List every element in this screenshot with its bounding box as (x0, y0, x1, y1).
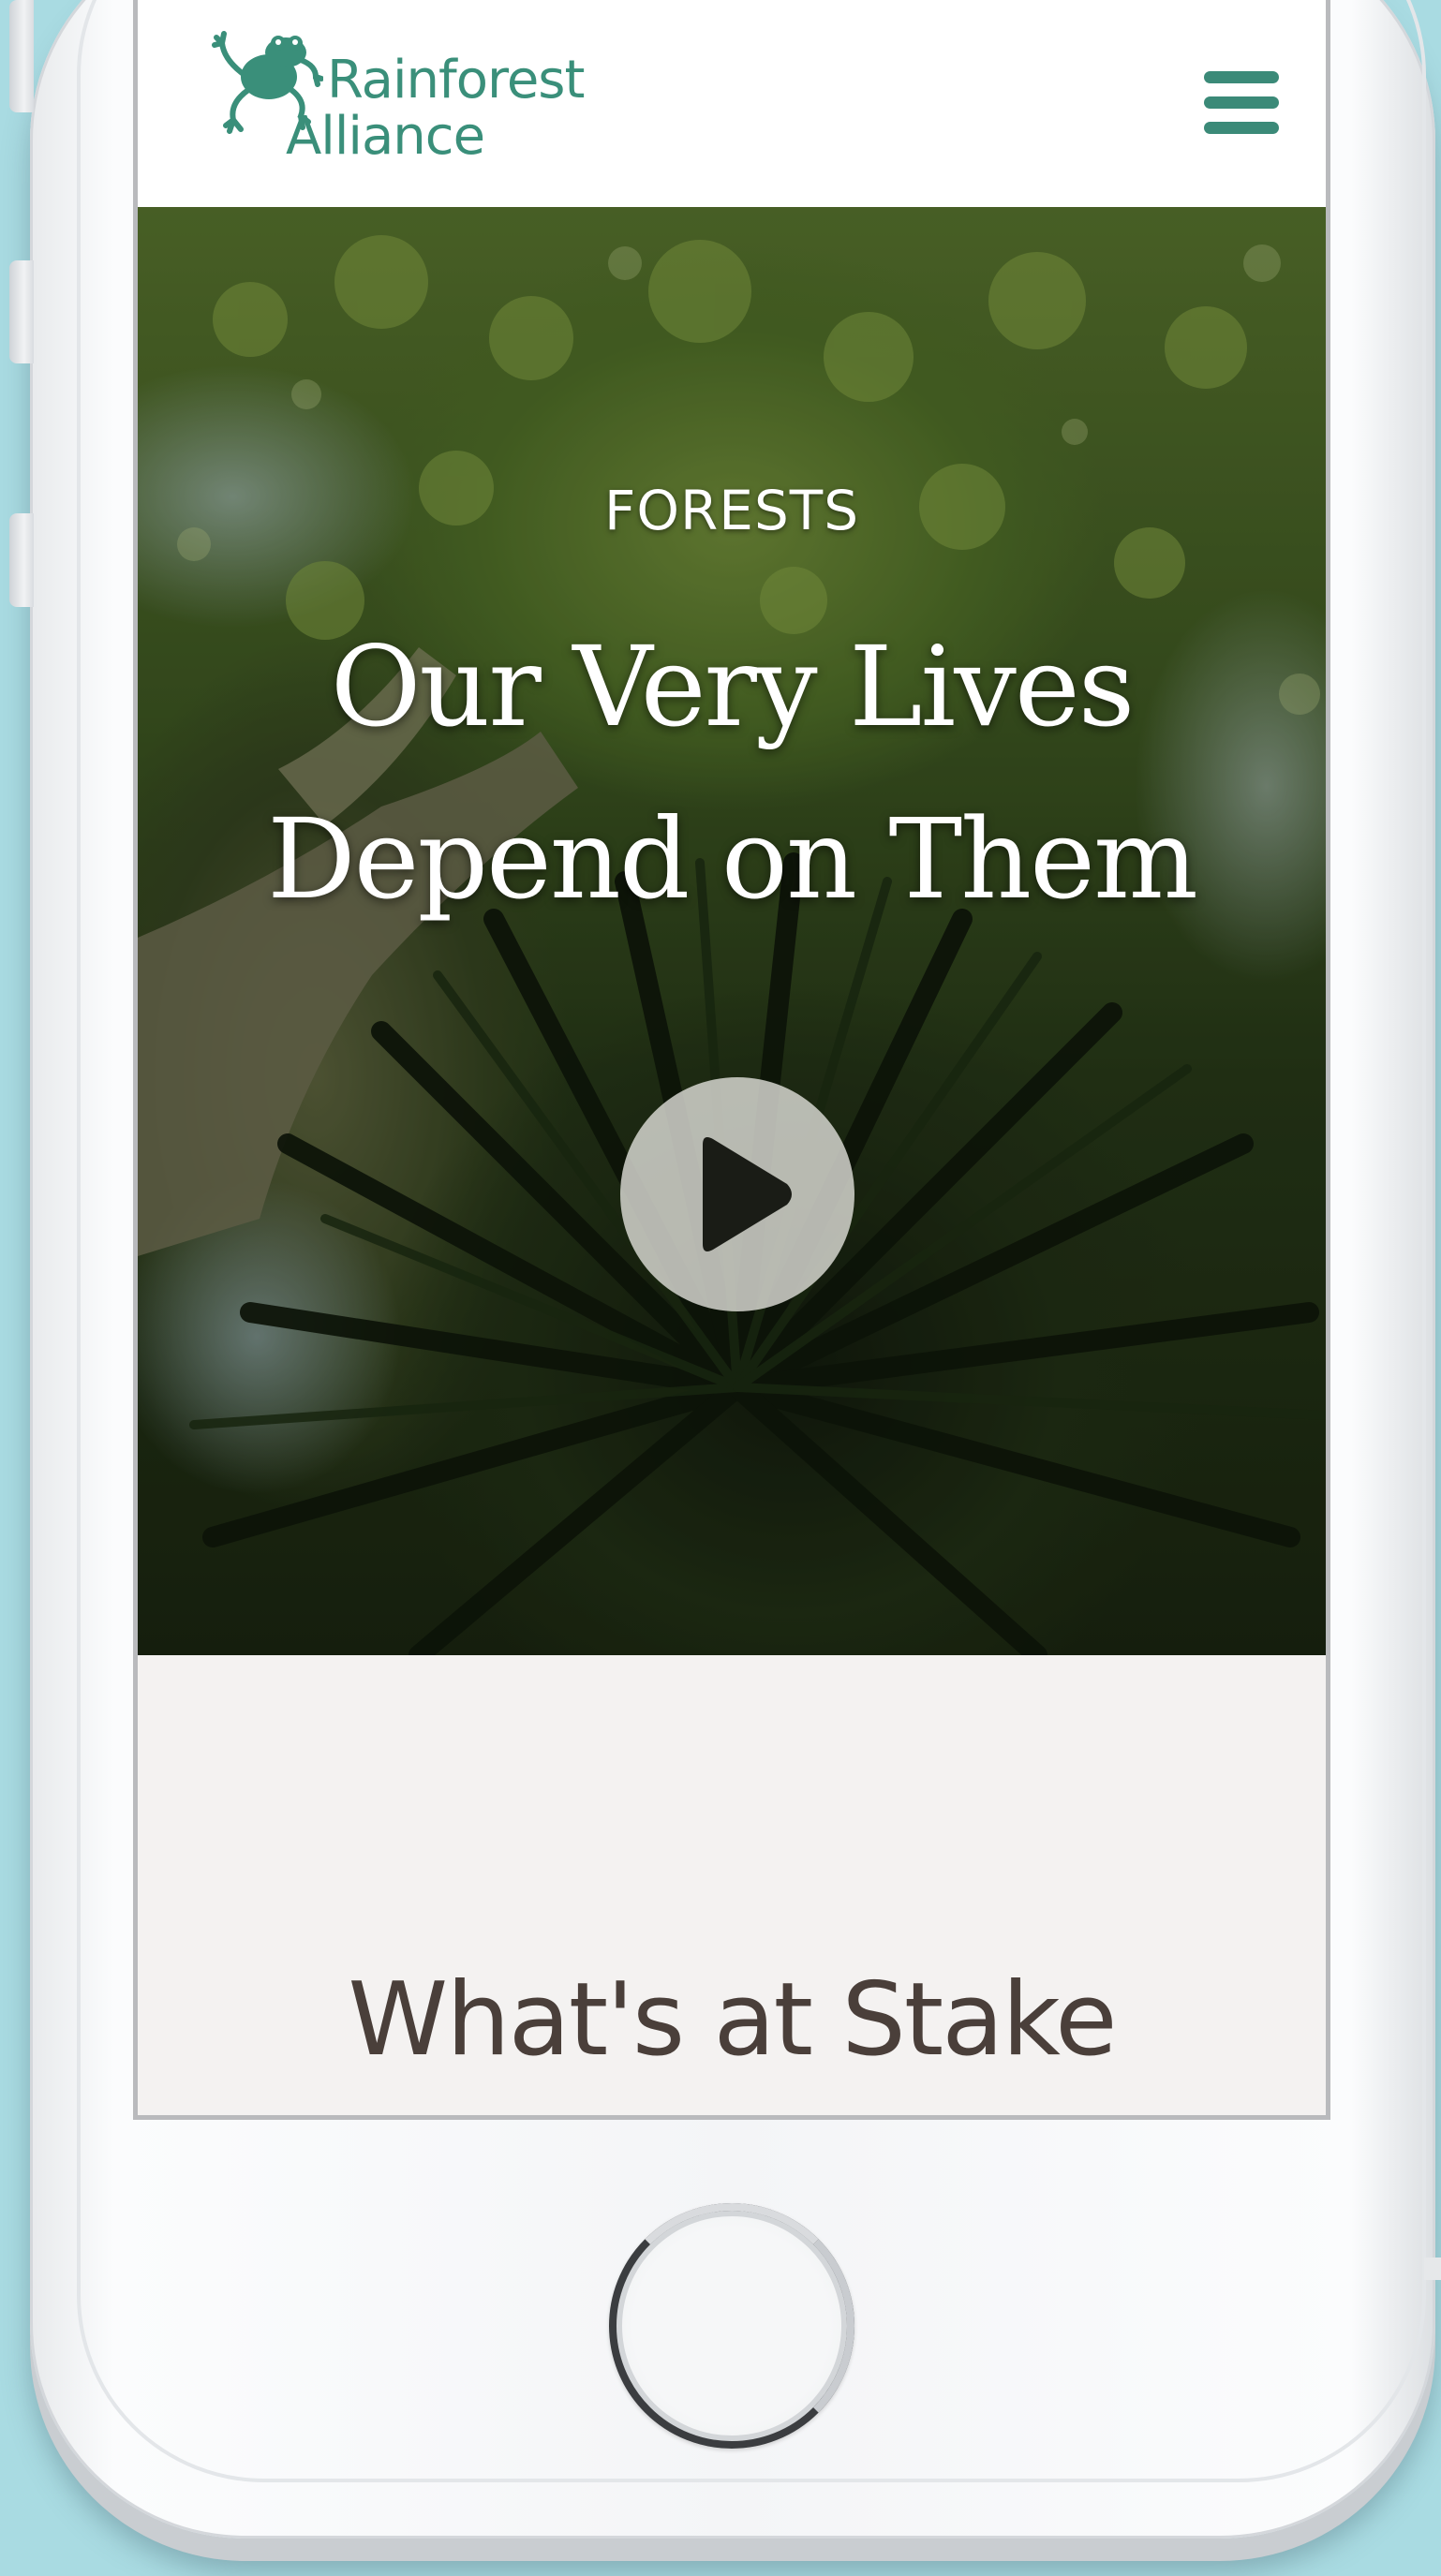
brand-name: Rainforest Alliance (286, 50, 585, 167)
menu-bar-bottom (1204, 122, 1279, 134)
play-video-button[interactable] (620, 1077, 854, 1311)
phone-side-button (1424, 2258, 1441, 2280)
section-title-whats-at-stake: What's at Stake (348, 1962, 1117, 2079)
phone-home-button[interactable] (609, 2203, 854, 2449)
hero-title-line1: Our Very Lives (330, 622, 1136, 751)
play-icon (703, 1137, 792, 1251)
phone-volume-down-button (9, 513, 34, 607)
menu-bar-middle (1204, 96, 1279, 109)
menu-bar-top (1204, 71, 1279, 83)
hero-banner: FORESTS Our Very Lives Depend on Them (138, 207, 1326, 1655)
hero-title-line2: Depend on Them (267, 794, 1198, 924)
hero-kicker: FORESTS (603, 479, 860, 542)
phone-mute-switch (9, 0, 34, 112)
hero-title: Our Very Lives Depend on Them (138, 600, 1326, 945)
phone-screen: Rainforest Alliance FORESTS Our Very Liv… (133, 0, 1330, 2120)
brand-name-line2: Alliance (286, 106, 485, 167)
brand-name-line1: Rainforest (327, 50, 585, 111)
site-logo[interactable]: Rainforest Alliance (211, 22, 604, 172)
phone-volume-up-button (9, 260, 34, 363)
site-header: Rainforest Alliance (138, 0, 1326, 207)
hamburger-menu-icon[interactable] (1204, 71, 1279, 135)
